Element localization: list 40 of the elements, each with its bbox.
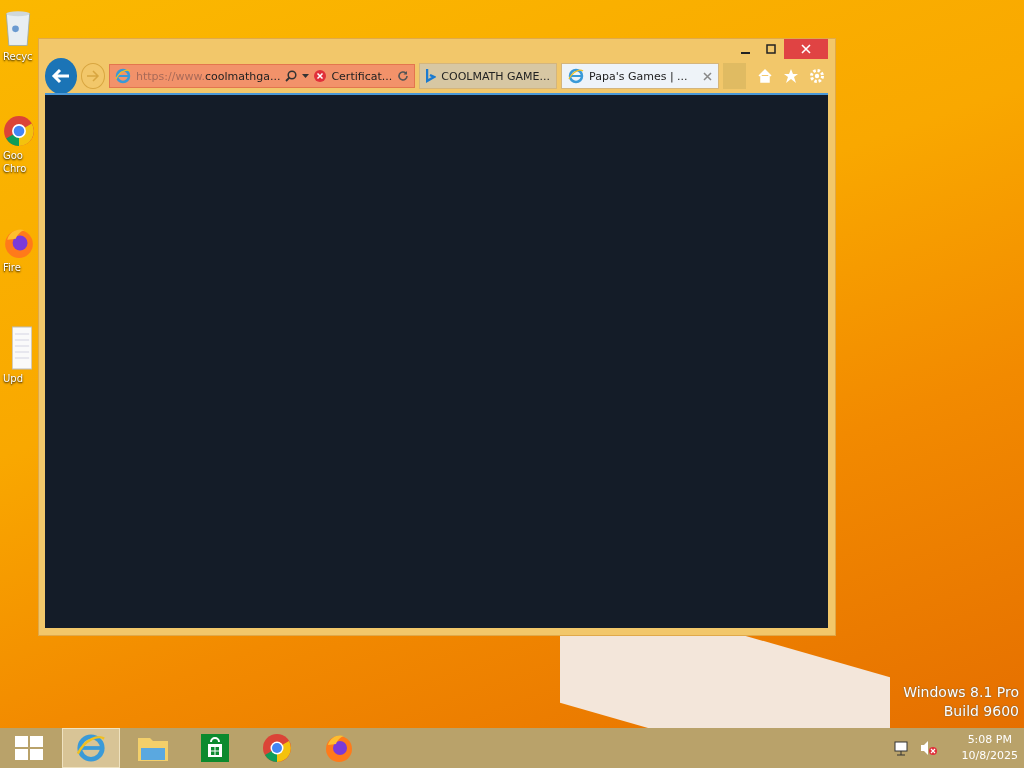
network-icon[interactable] bbox=[893, 740, 910, 756]
tab-close-icon[interactable] bbox=[702, 71, 712, 81]
caret-icon[interactable] bbox=[302, 74, 310, 78]
os-watermark-text: Build 9600 bbox=[943, 703, 1019, 719]
desktop-icon-label[interactable]: Goo Chro bbox=[3, 149, 35, 175]
b-logo-icon bbox=[426, 68, 437, 84]
close-button[interactable] bbox=[784, 39, 828, 59]
globe-e-icon bbox=[115, 68, 131, 84]
refresh-icon[interactable] bbox=[397, 70, 410, 82]
firefox-icon bbox=[3, 227, 35, 259]
windows-logo-icon bbox=[15, 736, 43, 760]
maximize-icon bbox=[766, 44, 776, 54]
clock-time[interactable]: 5:08 PM bbox=[967, 732, 1012, 748]
shopping-bag-icon bbox=[200, 733, 230, 763]
browser-tab[interactable]: COOLMATH GAME... bbox=[419, 63, 558, 89]
os-watermark-text: Windows 8.1 Pro bbox=[903, 684, 1019, 700]
globe-e-icon bbox=[76, 733, 106, 763]
close-icon bbox=[801, 44, 811, 54]
clock-date[interactable]: 10/8/2025 bbox=[961, 748, 1018, 764]
taskbar-app-button[interactable] bbox=[62, 728, 120, 768]
address-bar[interactable]: https://www.coolmathga... Certificat... bbox=[109, 64, 416, 88]
desktop-icon-label[interactable]: Upd bbox=[3, 372, 35, 385]
globe-e-icon bbox=[568, 68, 585, 84]
chrome-icon bbox=[3, 115, 35, 147]
left-arrow-icon bbox=[51, 68, 72, 84]
certificate-error-text[interactable]: Certificat... bbox=[331, 69, 393, 83]
error-icon[interactable] bbox=[314, 70, 327, 82]
search-icon[interactable] bbox=[285, 70, 298, 82]
document-icon bbox=[11, 326, 33, 370]
minimize-icon bbox=[740, 52, 750, 54]
firefox-icon bbox=[324, 733, 354, 763]
speaker-muted-icon[interactable] bbox=[919, 740, 938, 756]
back-button[interactable] bbox=[45, 58, 78, 94]
browser-tab[interactable]: Papa's Games | ... bbox=[561, 63, 719, 89]
chrome-icon bbox=[262, 733, 292, 763]
desktop-icon-label[interactable]: Recyc bbox=[3, 50, 35, 63]
url-text[interactable]: https://www.coolmathga... bbox=[136, 69, 281, 83]
recycle-bin-icon bbox=[3, 8, 33, 48]
right-arrow-icon bbox=[86, 70, 101, 82]
desktop-icon-label[interactable]: Fire bbox=[3, 261, 35, 274]
